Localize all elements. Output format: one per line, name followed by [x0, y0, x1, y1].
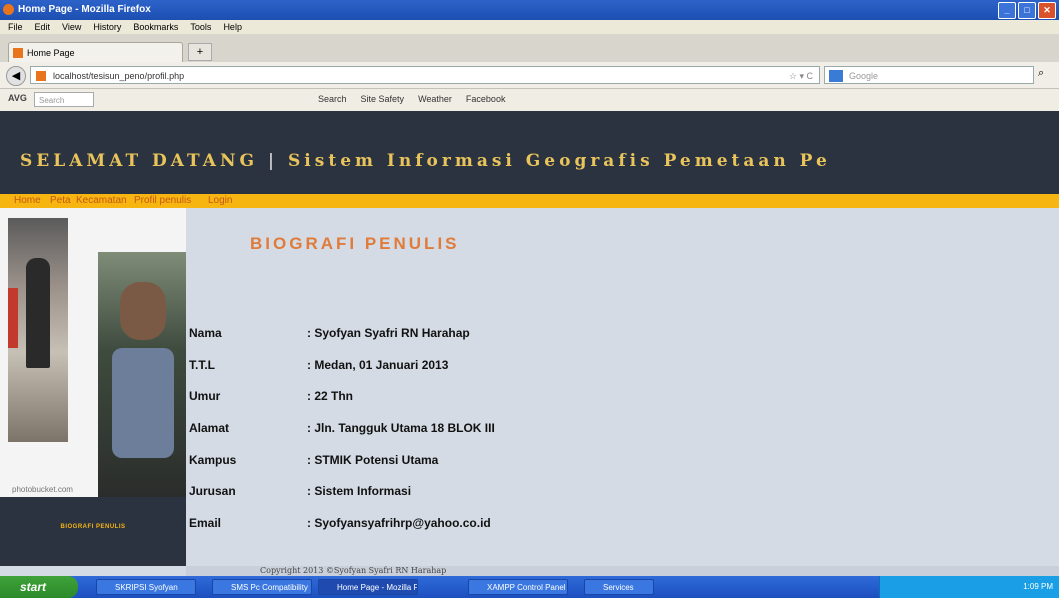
menu-bookmarks[interactable]: Bookmarks	[133, 22, 178, 32]
firefox-icon	[3, 4, 14, 15]
site-title-welcome: SELAMAT DATANG	[20, 151, 258, 171]
addon-search-button[interactable]: Search	[318, 94, 347, 104]
menu-edit[interactable]: Edit	[35, 22, 51, 32]
minimize-button[interactable]: _	[998, 2, 1016, 19]
field-label: Kampus	[189, 453, 237, 467]
reload-icon[interactable]: ☆ ▾ C	[789, 67, 813, 85]
site-nav: Home Peta Kecamatan Profil penulis Login	[0, 194, 1059, 208]
field-label: Jurusan	[189, 484, 236, 498]
window-controls: _ □ ✕	[998, 2, 1056, 19]
search-icon[interactable]: ⌕	[1038, 67, 1044, 80]
field-label: T.T.L	[189, 358, 215, 372]
menu-help[interactable]: Help	[223, 22, 242, 32]
addon-weather-button[interactable]: Weather	[418, 94, 452, 104]
main-content: BIOGRAFI PENULIS Nama : Syofyan Syafri R…	[186, 208, 1059, 566]
nav-profil-penulis[interactable]: Profil penulis	[134, 194, 191, 208]
search-input[interactable]: Google	[824, 66, 1034, 84]
field-value: : STMIK Potensi Utama	[307, 453, 439, 467]
navigation-bar: ◀ localhost/tesisun_peno/profil.php ☆ ▾ …	[0, 62, 1059, 89]
page-title: BIOGRAFI PENULIS	[250, 234, 460, 253]
system-tray: 1:09 PM	[879, 576, 1059, 598]
new-tab-button[interactable]: +	[188, 43, 212, 61]
menu-history[interactable]: History	[93, 22, 121, 32]
field-label: Nama	[189, 326, 222, 340]
site-header: SELAMAT DATANG | Sistem Informasi Geogra…	[0, 111, 1059, 194]
page-footer: Copyright 2013 ©Syofyan Syafri RN Haraha…	[186, 566, 1059, 576]
window-title: Home Page - Mozilla Firefox	[18, 4, 151, 15]
field-value: : Medan, 01 Januari 2013	[307, 358, 449, 372]
site-title-divider: |	[267, 151, 279, 171]
field-label: Umur	[189, 389, 221, 403]
field-value: : Syofyansyafrihrp@yahoo.co.id	[307, 516, 491, 530]
window-titlebar: Home Page - Mozilla Firefox _ □ ✕	[0, 0, 1059, 20]
sidebar: photobucket.com BIOGRAFI PENULIS	[0, 208, 186, 566]
field-value: : Jln. Tangguk Utama 18 BLOK III	[307, 421, 495, 435]
nav-login[interactable]: Login	[208, 194, 232, 208]
taskbar-item[interactable]: Services	[584, 579, 654, 595]
os-taskbar: start SKRIPSI Syofyan SMS Pc Compatibili…	[0, 576, 1059, 598]
start-button[interactable]: start	[0, 576, 78, 598]
addon-facebook-button[interactable]: Facebook	[466, 94, 506, 104]
field-value: : Syofyan Syafri RN Harahap	[307, 326, 470, 340]
field-label: Alamat	[189, 421, 230, 435]
sidebar-bottom-panel: BIOGRAFI PENULIS	[0, 497, 186, 566]
addon-site-safety-button[interactable]: Site Safety	[361, 94, 405, 104]
taskbar-item[interactable]: Home Page - Mozilla F...	[318, 579, 418, 595]
avg-logo: AVG	[8, 93, 27, 103]
back-button[interactable]: ◀	[6, 66, 26, 86]
copyright-text: Copyright 2013 ©Syofyan Syafri RN Haraha…	[260, 566, 447, 575]
taskbar-item[interactable]: SMS Pc Compatibility	[212, 579, 312, 595]
photo-watermark: photobucket.com	[12, 485, 73, 494]
search-placeholder: Google	[849, 71, 879, 81]
menu-view[interactable]: View	[62, 22, 81, 32]
field-value: : 22 Thn	[307, 389, 354, 403]
site-title-system: Sistem Informasi Geografis Pemetaan Pe	[288, 151, 831, 171]
taskbar-item[interactable]: XAMPP Control Panel	[468, 579, 568, 595]
addon-items: Search Site Safety Weather Facebook	[318, 94, 505, 104]
nav-peta[interactable]: Peta	[50, 194, 71, 208]
page-favicon-icon	[13, 48, 23, 58]
site-identity-icon	[36, 71, 46, 81]
menu-bar: File Edit View History Bookmarks Tools H…	[0, 20, 1059, 34]
nav-home[interactable]: Home	[14, 194, 41, 208]
menu-file[interactable]: File	[8, 22, 23, 32]
author-photo-standing	[8, 218, 68, 442]
tab-label: Home Page	[27, 48, 75, 58]
url-text: localhost/tesisun_peno/profil.php	[53, 71, 185, 81]
menu-tools[interactable]: Tools	[190, 22, 211, 32]
field-label: Email	[189, 516, 222, 530]
field-value: : Sistem Informasi	[307, 484, 412, 498]
url-bar[interactable]: localhost/tesisun_peno/profil.php ☆ ▾ C	[30, 66, 820, 84]
maximize-button[interactable]: □	[1018, 2, 1036, 19]
nav-kecamatan[interactable]: Kecamatan	[76, 194, 127, 208]
tab-bar: Home Page +	[0, 34, 1059, 62]
tab-home-page[interactable]: Home Page	[8, 42, 183, 62]
clock: 1:09 PM	[1023, 582, 1053, 591]
close-button[interactable]: ✕	[1038, 2, 1056, 19]
sidebar-label: BIOGRAFI PENULIS	[60, 524, 126, 530]
author-photo-portrait	[98, 252, 186, 497]
avg-search-input[interactable]: Search	[34, 92, 94, 107]
addon-toolbar: AVG Search Search Site Safety Weather Fa…	[0, 89, 1059, 112]
google-icon	[829, 70, 843, 82]
site-title: SELAMAT DATANG | Sistem Informasi Geogra…	[20, 151, 831, 171]
taskbar-item[interactable]: SKRIPSI Syofyan	[96, 579, 196, 595]
